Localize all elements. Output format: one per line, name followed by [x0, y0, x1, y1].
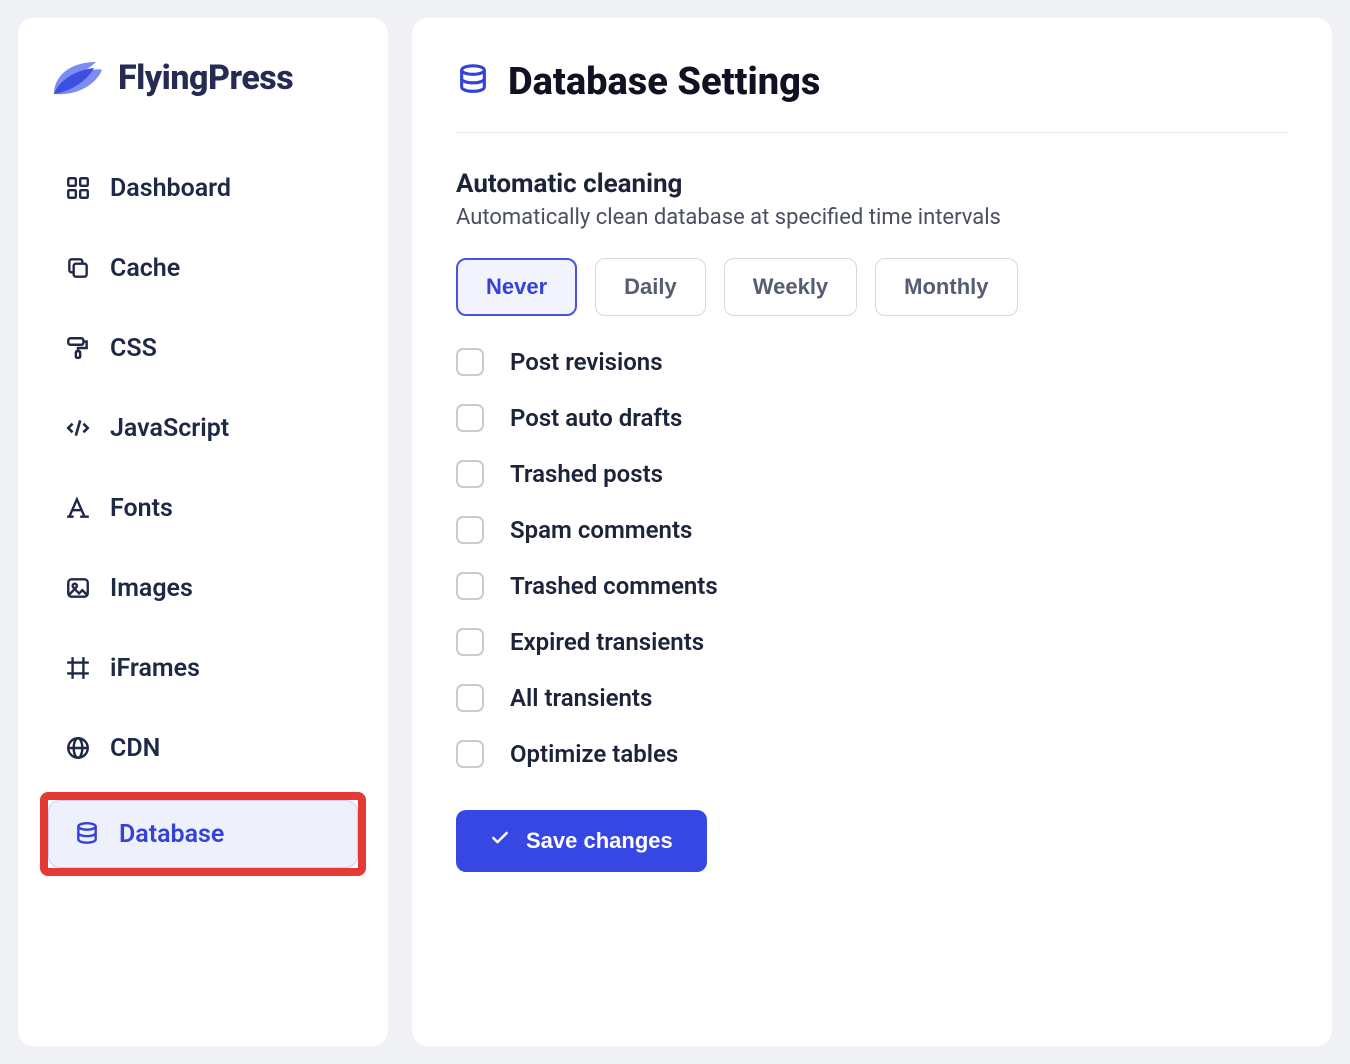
save-changes-button[interactable]: Save changes [456, 810, 707, 872]
sidebar-item-javascript[interactable]: JavaScript [40, 388, 366, 468]
sidebar-item-label: CSS [110, 334, 157, 363]
checkbox[interactable] [456, 628, 484, 656]
brand-name: FlyingPress [118, 58, 293, 98]
checkbox-label: Post auto drafts [510, 404, 682, 432]
cleaning-checklist: Post revisions Post auto drafts Trashed … [456, 348, 1288, 768]
check-post-auto-drafts[interactable]: Post auto drafts [456, 404, 1288, 432]
sidebar-item-label: CDN [110, 734, 160, 763]
interval-radio-group: Never Daily Weekly Monthly [456, 258, 1288, 316]
checkbox[interactable] [456, 348, 484, 376]
checkbox-label: Post revisions [510, 348, 663, 376]
sidebar-item-database[interactable]: Database [48, 800, 358, 868]
sidebar-item-label: JavaScript [110, 414, 229, 443]
checkbox-label: Spam comments [510, 516, 692, 544]
section-title: Automatic cleaning [456, 169, 1288, 199]
interval-option-weekly[interactable]: Weekly [724, 258, 857, 316]
sidebar-item-label: iFrames [110, 654, 200, 683]
automatic-cleaning-section: Automatic cleaning Automatically clean d… [456, 169, 1288, 872]
checkbox[interactable] [456, 684, 484, 712]
checkbox-label: Trashed comments [510, 572, 718, 600]
check-trashed-posts[interactable]: Trashed posts [456, 460, 1288, 488]
page-title: Database Settings [508, 60, 820, 104]
checkbox[interactable] [456, 460, 484, 488]
checkbox-label: Optimize tables [510, 740, 678, 768]
paint-roller-icon [64, 334, 92, 362]
sidebar-item-label: Fonts [110, 494, 173, 523]
database-icon [73, 820, 101, 848]
sidebar-item-label: Dashboard [110, 174, 231, 203]
check-expired-transients[interactable]: Expired transients [456, 628, 1288, 656]
interval-option-never[interactable]: Never [456, 258, 577, 316]
checkbox[interactable] [456, 572, 484, 600]
frame-icon [64, 654, 92, 682]
font-icon [64, 494, 92, 522]
check-spam-comments[interactable]: Spam comments [456, 516, 1288, 544]
checkbox[interactable] [456, 740, 484, 768]
section-subtitle: Automatically clean database at specifie… [456, 205, 1288, 230]
check-optimize-tables[interactable]: Optimize tables [456, 740, 1288, 768]
check-icon [490, 828, 510, 854]
check-all-transients[interactable]: All transients [456, 684, 1288, 712]
sidebar-item-label: Cache [110, 254, 180, 283]
check-post-revisions[interactable]: Post revisions [456, 348, 1288, 376]
divider [456, 132, 1288, 133]
brand-logo: FlyingPress [40, 56, 366, 100]
brand-logo-icon [48, 56, 104, 100]
interval-option-daily[interactable]: Daily [595, 258, 706, 316]
grid-icon [64, 174, 92, 202]
sidebar-item-label: Database [119, 820, 224, 849]
image-icon [64, 574, 92, 602]
globe-icon [64, 734, 92, 762]
sidebar-item-css[interactable]: CSS [40, 308, 366, 388]
main-panel: Database Settings Automatic cleaning Aut… [412, 18, 1332, 1046]
checkbox[interactable] [456, 516, 484, 544]
annotation-highlight: Database [40, 792, 366, 876]
sidebar-item-label: Images [110, 574, 193, 603]
sidebar-item-images[interactable]: Images [40, 548, 366, 628]
sidebar-item-iframes[interactable]: iFrames [40, 628, 366, 708]
check-trashed-comments[interactable]: Trashed comments [456, 572, 1288, 600]
sidebar-item-cache[interactable]: Cache [40, 228, 366, 308]
sidebar-item-fonts[interactable]: Fonts [40, 468, 366, 548]
save-button-label: Save changes [526, 828, 673, 854]
page-title-row: Database Settings [456, 60, 1288, 104]
interval-option-monthly[interactable]: Monthly [875, 258, 1017, 316]
sidebar: FlyingPress Dashboard Cache CSS JavaScri… [18, 18, 388, 1046]
checkbox-label: All transients [510, 684, 652, 712]
checkbox[interactable] [456, 404, 484, 432]
copy-icon [64, 254, 92, 282]
code-icon [64, 414, 92, 442]
sidebar-item-cdn[interactable]: CDN [40, 708, 366, 788]
database-icon [456, 63, 490, 101]
checkbox-label: Trashed posts [510, 460, 663, 488]
sidebar-item-dashboard[interactable]: Dashboard [40, 148, 366, 228]
checkbox-label: Expired transients [510, 628, 704, 656]
sidebar-nav: Dashboard Cache CSS JavaScript Fonts [40, 148, 366, 876]
